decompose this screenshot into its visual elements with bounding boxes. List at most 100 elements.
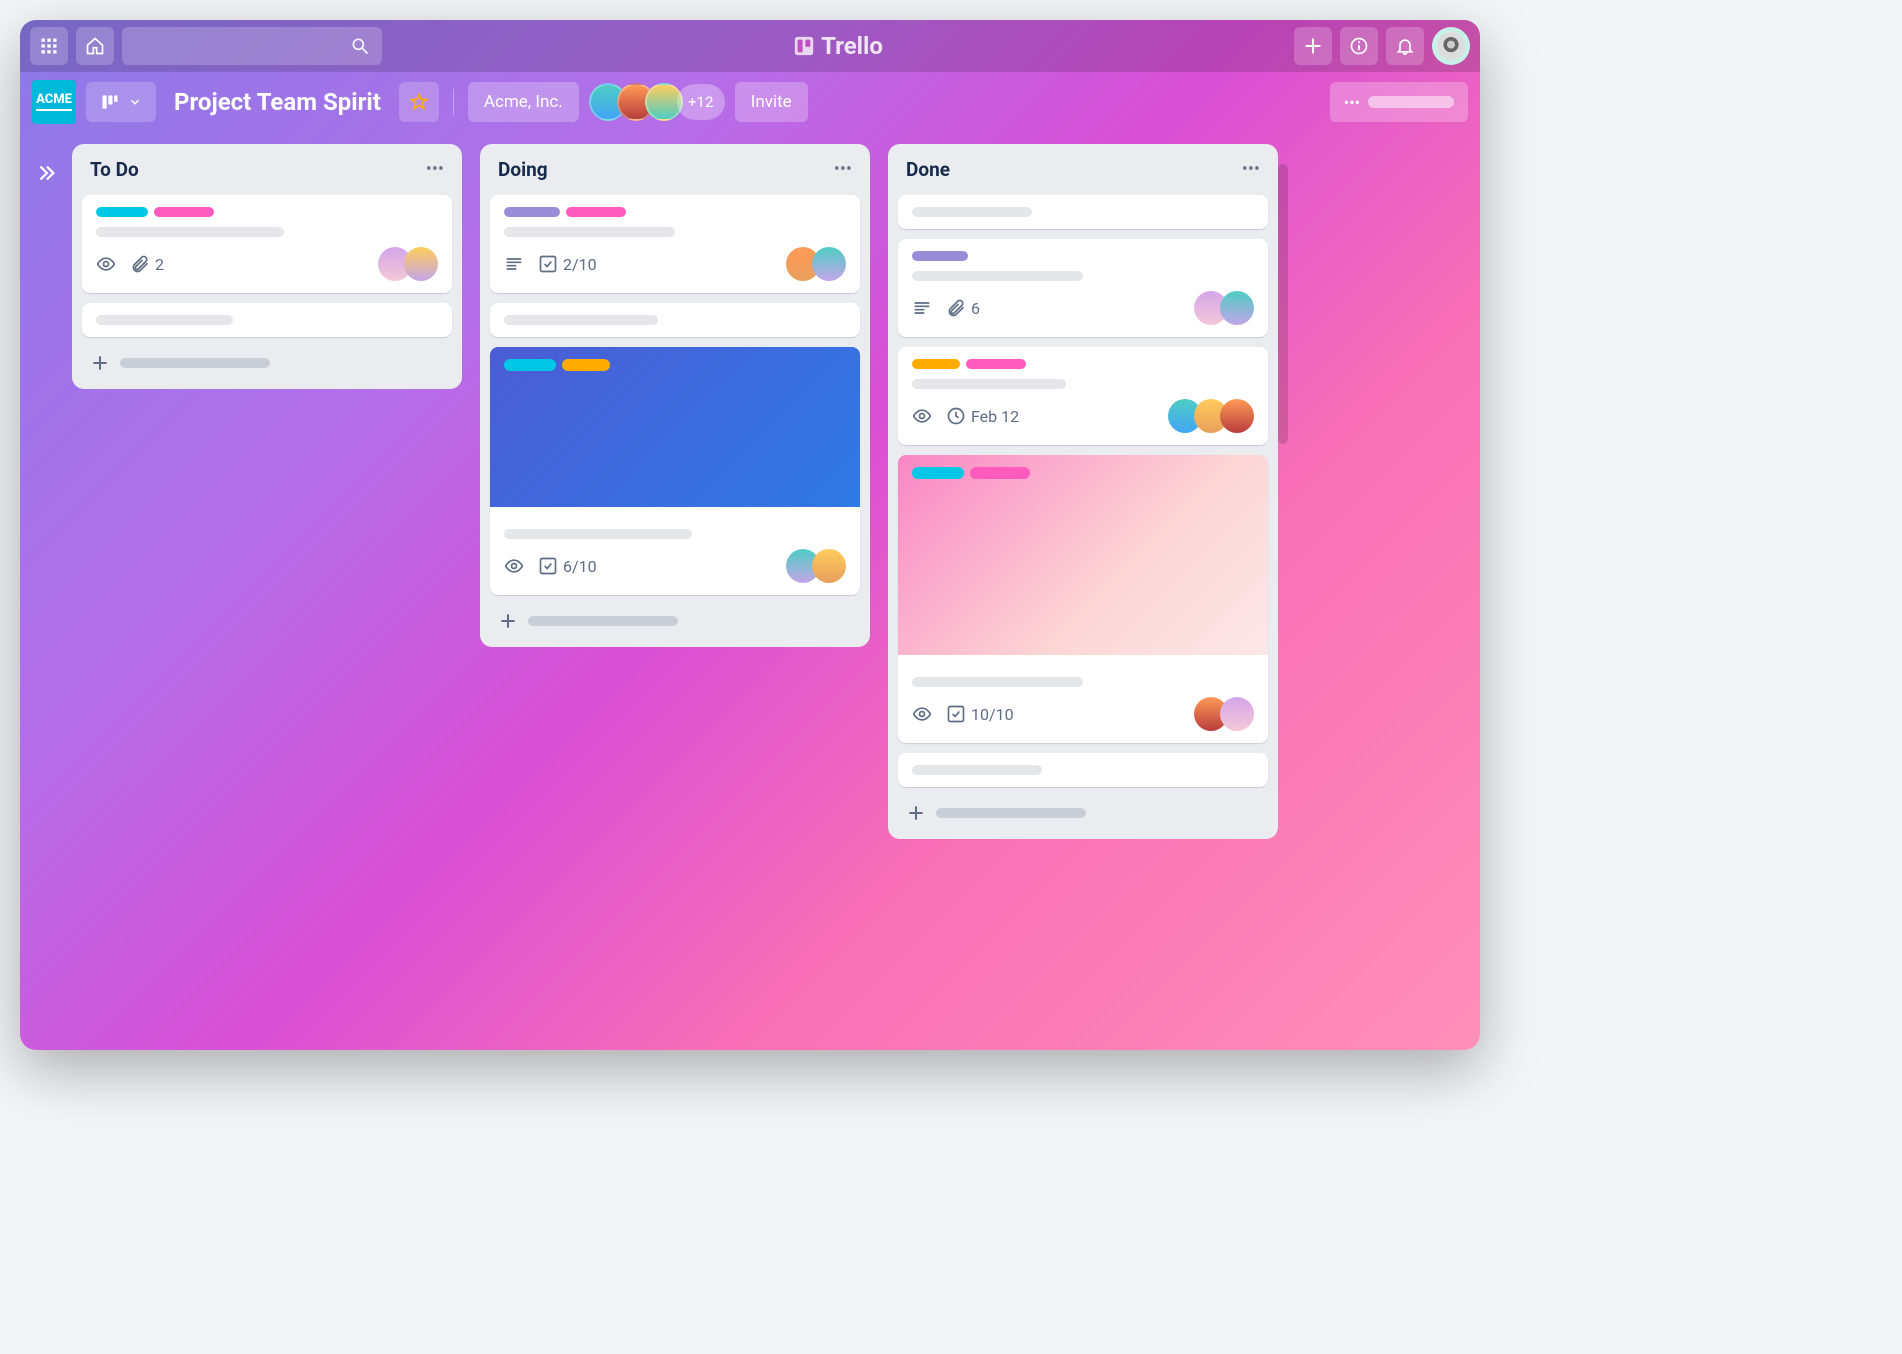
add-card-button[interactable] (490, 605, 860, 637)
card[interactable]: Feb 12 (898, 347, 1268, 445)
list-menu-button[interactable]: ••• (834, 159, 852, 180)
star-button[interactable] (399, 82, 439, 122)
member-avatar[interactable] (1220, 399, 1254, 433)
list-menu-button[interactable]: ••• (1242, 159, 1260, 180)
sidebar-collapsed (20, 132, 72, 1050)
scrollbar[interactable] (1278, 164, 1288, 444)
board-icon (100, 92, 120, 112)
label-yellow[interactable] (562, 359, 610, 371)
list-menu-button[interactable]: ••• (426, 159, 444, 180)
ellipsis-icon: ••• (1242, 159, 1260, 180)
brand-text: Trello (821, 32, 883, 60)
card[interactable] (898, 753, 1268, 787)
description-icon (504, 254, 524, 274)
label-cyan[interactable] (912, 467, 964, 479)
card-title-placeholder (912, 765, 1042, 775)
card-with-cover[interactable]: 10/10 (898, 455, 1268, 743)
member-avatar[interactable] (1220, 697, 1254, 731)
label-pink[interactable] (966, 359, 1026, 369)
member-avatar[interactable] (812, 549, 846, 583)
user-avatar[interactable] (1432, 27, 1470, 65)
card-title-placeholder (912, 379, 1066, 389)
card-labels (96, 207, 438, 217)
board-menu-button[interactable]: ••• (1330, 82, 1468, 122)
divider (453, 89, 454, 115)
eye-icon (912, 704, 932, 724)
info-button[interactable] (1340, 27, 1378, 65)
member-overflow[interactable]: +12 (677, 84, 725, 120)
card[interactable]: 2 (82, 195, 452, 293)
checklist-icon (538, 556, 558, 576)
checklist-badge: 10/10 (946, 704, 1014, 724)
card-members (786, 247, 846, 281)
plus-icon (906, 803, 926, 823)
add-card-button[interactable] (898, 797, 1268, 829)
board-title[interactable]: Project Team Spirit (166, 88, 389, 116)
description-icon (912, 298, 932, 318)
board-content: To Do ••• (20, 132, 1480, 1050)
label-purple[interactable] (912, 251, 968, 261)
card-title-placeholder (912, 207, 1032, 217)
card-members (1194, 697, 1254, 731)
paperclip-icon (946, 298, 966, 318)
card-title-placeholder (504, 227, 675, 237)
chevron-down-icon (128, 95, 142, 109)
card[interactable]: 6 (898, 239, 1268, 337)
husky-avatar-icon (1437, 32, 1465, 60)
eye-icon (96, 254, 116, 274)
list-title[interactable]: To Do (90, 158, 139, 181)
card[interactable] (82, 303, 452, 337)
label-cyan[interactable] (96, 207, 148, 217)
bell-icon (1395, 36, 1415, 56)
card[interactable]: 2/10 (490, 195, 860, 293)
label-pink[interactable] (154, 207, 214, 217)
plus-icon (498, 611, 518, 631)
card-members (786, 549, 846, 583)
paperclip-icon (130, 254, 150, 274)
search-input[interactable] (122, 27, 382, 65)
label-purple[interactable] (504, 207, 560, 217)
label-yellow[interactable] (912, 359, 960, 369)
board-view-switcher[interactable] (86, 82, 156, 122)
list-title[interactable]: Done (906, 158, 950, 181)
member-avatar[interactable] (404, 247, 438, 281)
add-card-placeholder (120, 358, 270, 368)
home-button[interactable] (76, 27, 114, 65)
list-title[interactable]: Doing (498, 158, 548, 181)
card-with-cover[interactable]: 6/10 (490, 347, 860, 595)
card-members (378, 247, 438, 281)
workspace-name: Acme, Inc. (484, 92, 563, 112)
member-list[interactable]: +12 (589, 83, 725, 121)
checklist-badge: 2/10 (538, 254, 597, 274)
due-date-badge: Feb 12 (946, 406, 1019, 426)
workspace-button[interactable]: Acme, Inc. (468, 82, 579, 122)
card-title-placeholder (504, 529, 692, 539)
member-avatar[interactable] (1220, 291, 1254, 325)
checklist-icon (946, 704, 966, 724)
expand-sidebar-button[interactable] (35, 162, 57, 184)
card[interactable] (490, 303, 860, 337)
workspace-logo[interactable]: ACME (32, 80, 76, 124)
ellipsis-icon: ••• (834, 159, 852, 180)
add-card-button[interactable] (82, 347, 452, 379)
notifications-button[interactable] (1386, 27, 1424, 65)
board-lists-area[interactable]: To Do ••• (72, 132, 1480, 1050)
apps-button[interactable] (30, 27, 68, 65)
card-labels (504, 207, 846, 217)
create-button[interactable] (1294, 27, 1332, 65)
invite-button[interactable]: Invite (735, 82, 808, 122)
member-avatar[interactable] (812, 247, 846, 281)
label-cyan[interactable] (504, 359, 556, 371)
top-bar: Trello (20, 20, 1480, 72)
card-title-placeholder (912, 271, 1083, 281)
checklist-badge: 6/10 (538, 556, 597, 576)
label-pink[interactable] (566, 207, 626, 217)
invite-label: Invite (751, 92, 792, 112)
board-bar: ACME Project Team Spirit Acme, Inc. +12 … (20, 72, 1480, 132)
info-icon (1349, 36, 1369, 56)
checklist-icon (538, 254, 558, 274)
card[interactable] (898, 195, 1268, 229)
description-badge (504, 254, 524, 274)
star-icon (409, 92, 429, 112)
label-pink[interactable] (970, 467, 1030, 479)
